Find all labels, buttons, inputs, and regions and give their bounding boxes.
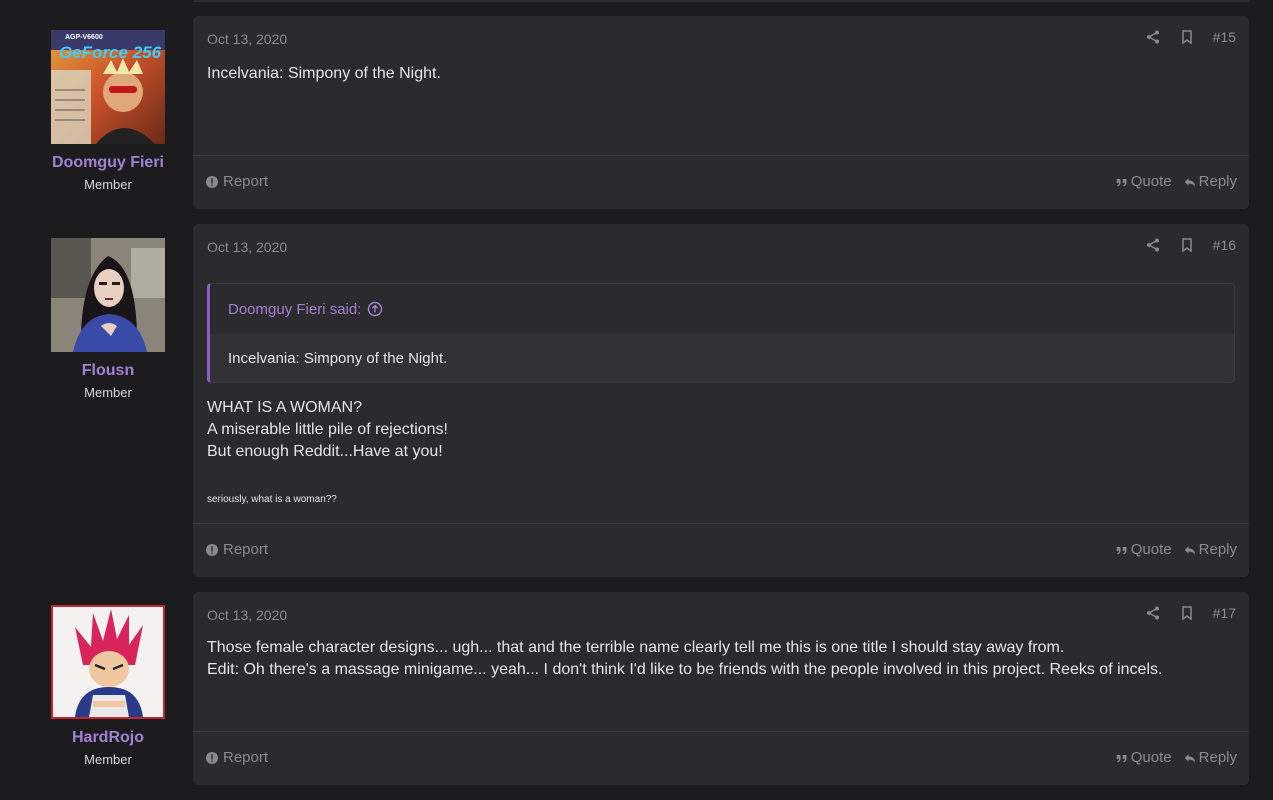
- post-actions-top: #17: [1145, 605, 1236, 621]
- username[interactable]: Doomguy Fieri: [31, 154, 185, 172]
- arrow-up-circle-icon[interactable]: [367, 301, 383, 317]
- reply-label: Reply: [1198, 749, 1237, 766]
- quote-button[interactable]: Quote: [1116, 541, 1172, 558]
- quote-header[interactable]: Doomguy Fieri said:: [210, 284, 1234, 334]
- username[interactable]: HardRojo: [31, 729, 185, 747]
- post-text-line: Incelvania: Simpony of the Night.: [207, 65, 441, 82]
- post-card: Oct 13, 2020 #17 Those female character …: [193, 592, 1249, 785]
- reply-label: Reply: [1198, 541, 1237, 558]
- post-number[interactable]: #16: [1213, 237, 1236, 253]
- quote-label: Quote: [1130, 173, 1172, 190]
- post-text-line: WHAT IS A WOMAN?: [207, 399, 362, 416]
- report-label: Report: [223, 541, 269, 558]
- avatar-hardrojo[interactable]: [51, 605, 165, 719]
- post-body: Incelvania: Simpony of the Night.: [207, 63, 1235, 85]
- post-date[interactable]: Oct 13, 2020: [207, 31, 287, 47]
- share-icon[interactable]: [1145, 605, 1161, 621]
- quote-label: Quote: [1130, 749, 1172, 766]
- quote-button[interactable]: Quote: [1116, 749, 1172, 766]
- share-icon[interactable]: [1145, 29, 1161, 45]
- post-actions-top: #16: [1145, 237, 1236, 253]
- alert-icon: [206, 751, 218, 764]
- quote-button[interactable]: Quote: [1116, 173, 1172, 190]
- share-icon[interactable]: [1145, 237, 1161, 253]
- avatar-doomguy-fieri[interactable]: AGP-V6600 GeForce 256: [51, 30, 165, 144]
- quote-icon: [1116, 176, 1128, 188]
- post-footer: Report Quote Reply: [193, 523, 1249, 577]
- post-text-line: But enough Reddit...Have at you!: [207, 443, 443, 460]
- post-author: AGP-V6600 GeForce 256 Doomguy Fieri Memb…: [51, 30, 165, 192]
- post-date[interactable]: Oct 13, 2020: [207, 239, 287, 255]
- bookmark-icon[interactable]: [1179, 237, 1195, 253]
- quote-text: Incelvania: Simpony of the Night.: [228, 349, 448, 367]
- user-role: Member: [84, 177, 132, 192]
- post-author: HardRojo Member: [51, 605, 165, 767]
- post-small-text: seriously, what is a woman??: [207, 494, 337, 505]
- post-footer-actions: Quote Reply: [1116, 749, 1237, 766]
- previous-post-edge: [193, 0, 1249, 2]
- post-author: Flousn Member: [51, 238, 165, 400]
- report-button[interactable]: Report: [206, 749, 268, 766]
- report-label: Report: [223, 749, 269, 766]
- post-text-line: Those female character designs... ugh...…: [207, 639, 1065, 656]
- post-card: Oct 13, 2020 #16 Doomguy Fieri said: Inc…: [193, 224, 1249, 577]
- avatar-flousn[interactable]: [51, 238, 165, 352]
- report-button[interactable]: Report: [206, 541, 268, 558]
- post-number[interactable]: #17: [1213, 605, 1236, 621]
- report-label: Report: [223, 173, 269, 190]
- reply-button[interactable]: Reply: [1184, 173, 1237, 190]
- post-footer: Report Quote Reply: [193, 155, 1249, 209]
- post-body: Those female character designs... ugh...…: [207, 637, 1235, 681]
- avatar-gpu-box-text: AGP-V6600: [65, 34, 103, 41]
- reply-icon: [1184, 544, 1196, 556]
- quote-icon: [1116, 544, 1128, 556]
- bookmark-icon[interactable]: [1179, 605, 1195, 621]
- reply-label: Reply: [1198, 173, 1237, 190]
- post-card: Oct 13, 2020 #15 Incelvania: Simpony of …: [193, 16, 1249, 209]
- post-body: WHAT IS A WOMAN? A miserable little pile…: [207, 397, 1235, 463]
- bookmark-icon[interactable]: [1179, 29, 1195, 45]
- alert-icon: [206, 543, 218, 556]
- quote-block: Doomguy Fieri said: Incelvania: Simpony …: [207, 283, 1235, 383]
- avatar-image: AGP-V6600 GeForce 256: [51, 30, 165, 144]
- avatar-image: [51, 238, 165, 352]
- post-number[interactable]: #15: [1213, 29, 1236, 45]
- post-date[interactable]: Oct 13, 2020: [207, 607, 287, 623]
- reply-button[interactable]: Reply: [1184, 541, 1237, 558]
- quote-icon: [1116, 752, 1128, 764]
- post-footer-actions: Quote Reply: [1116, 173, 1237, 190]
- report-button[interactable]: Report: [206, 173, 268, 190]
- alert-icon: [206, 175, 218, 188]
- username[interactable]: Flousn: [31, 362, 185, 380]
- avatar-image: [53, 607, 163, 717]
- post-footer-actions: Quote Reply: [1116, 541, 1237, 558]
- thread-page: AGP-V6600 GeForce 256 Doomguy Fieri Memb…: [0, 0, 1273, 800]
- post-text-line: Edit: Oh there's a massage minigame... y…: [207, 661, 1163, 678]
- reply-button[interactable]: Reply: [1184, 749, 1237, 766]
- reply-icon: [1184, 752, 1196, 764]
- avatar-gpu-brand-text: GeForce 256: [59, 43, 162, 62]
- quote-label: Quote: [1130, 541, 1172, 558]
- post-footer: Report Quote Reply: [193, 731, 1249, 785]
- quote-author[interactable]: Doomguy Fieri said:: [228, 301, 361, 318]
- user-role: Member: [84, 752, 132, 767]
- reply-icon: [1184, 176, 1196, 188]
- post-text-line: A miserable little pile of rejections!: [207, 421, 448, 438]
- post-actions-top: #15: [1145, 29, 1236, 45]
- user-role: Member: [84, 385, 132, 400]
